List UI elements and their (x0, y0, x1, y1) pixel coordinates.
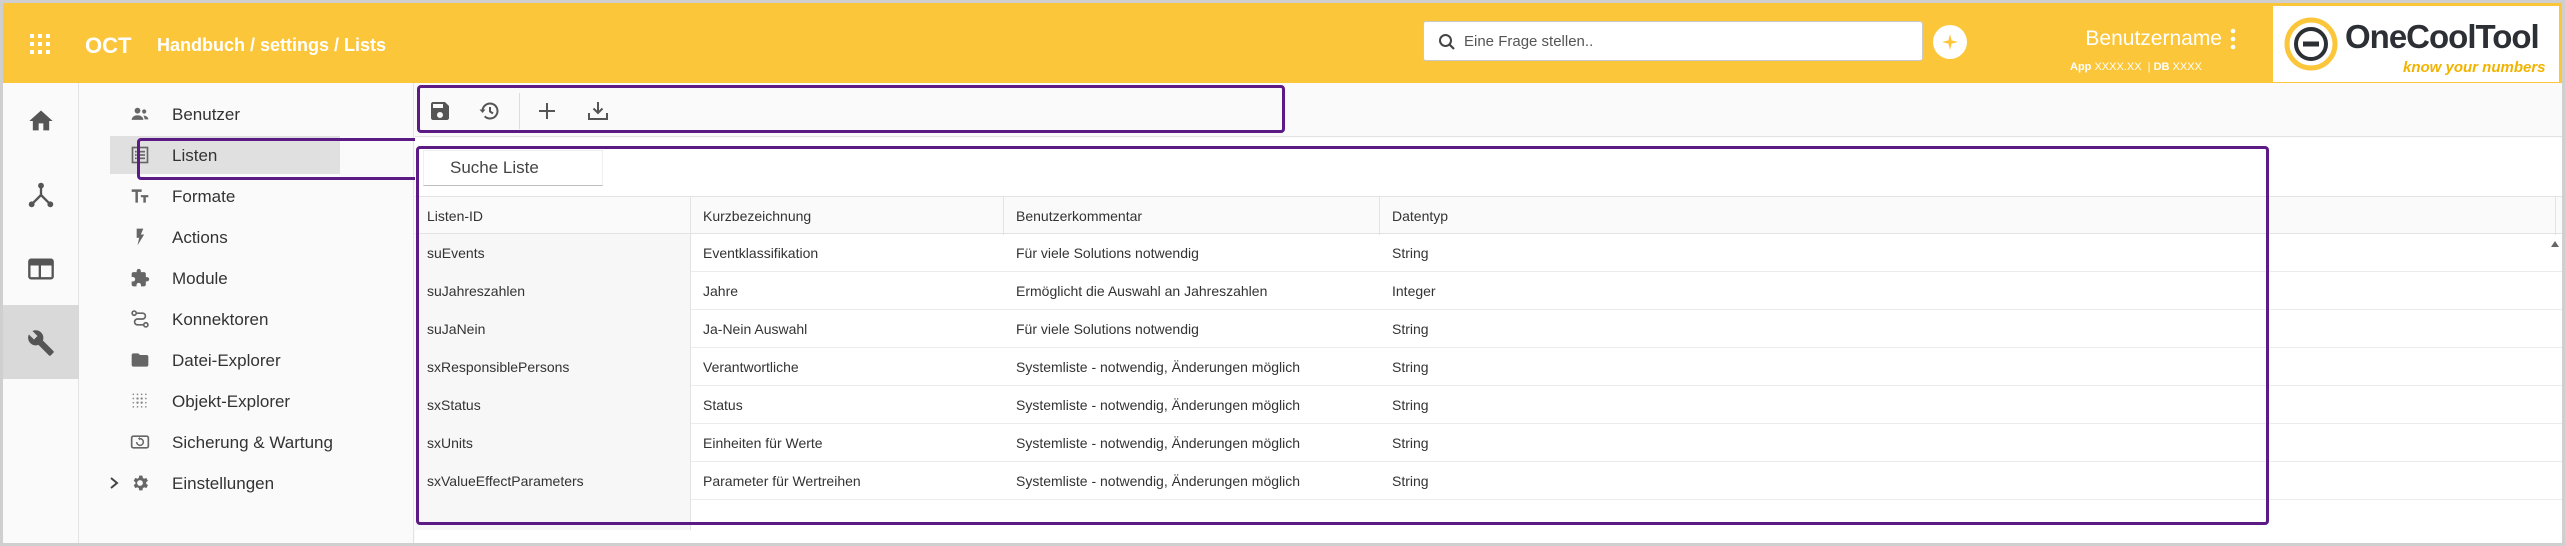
lists-content: Listen-ID Kurzbezeichnung Benutzerkommen… (415, 138, 2562, 543)
logo-tagline: know your numbers (2403, 59, 2546, 76)
ai-sparkle-button[interactable] (1933, 25, 1967, 59)
sidebar-item-label: Einstellungen (172, 474, 275, 493)
users-icon (131, 107, 149, 120)
sidebar-item-label: Konnektoren (172, 310, 269, 329)
highlight-toolbar (417, 85, 1285, 133)
highlight-content (416, 146, 2269, 525)
logo-mark-icon (2284, 17, 2338, 71)
search-icon (1439, 34, 1455, 50)
db-version: XXXX (2172, 61, 2202, 73)
sidebar-item-objekt-explorer[interactable]: Objekt-Explorer (110, 382, 340, 420)
sidebar-item-sicherung-wartung[interactable]: Sicherung & Wartung (110, 423, 340, 461)
breadcrumb[interactable]: Handbuch / settings / Lists (157, 35, 386, 56)
highlight-listen (137, 138, 427, 180)
sidebar-item-label: Sicherung & Wartung (172, 433, 333, 452)
logo-text: OneCoolTool (2345, 18, 2540, 55)
rail-item-settings-tools[interactable] (3, 305, 79, 379)
sidebar-item-formate[interactable]: Formate (110, 177, 340, 215)
app-window: OCT Handbuch / settings / Lists Benutzer… (3, 3, 2562, 543)
sidebar-item-actions[interactable]: Actions (110, 218, 340, 256)
app-name[interactable]: OCT (85, 33, 131, 59)
bolt-icon (136, 228, 145, 246)
question-search-input[interactable] (1464, 22, 1914, 60)
sidebar-item-benutzer[interactable]: Benutzer (110, 95, 340, 133)
sidebar-item-label: Benutzer (172, 105, 241, 124)
backup-icon (130, 435, 150, 449)
app-version: XXXX.XX (2094, 61, 2142, 73)
scroll-up-arrow-icon[interactable] (2550, 239, 2560, 249)
chevron-right-icon[interactable] (108, 476, 120, 490)
rail-item-window[interactable] (3, 231, 79, 305)
folder-icon (131, 353, 149, 367)
top-bar: OCT Handbuch / settings / Lists Benutzer… (3, 3, 2562, 83)
question-search-box[interactable] (1423, 21, 1923, 61)
list-toolbar (415, 83, 2562, 137)
network-icon (28, 182, 54, 208)
sidebar-item-label: Actions (172, 228, 228, 247)
sidebar-item-label: Objekt-Explorer (172, 392, 291, 411)
more-vertical-icon[interactable] (2228, 27, 2238, 51)
text-format-icon (131, 189, 149, 203)
icon-rail (3, 83, 79, 543)
app-label: App (2070, 61, 2092, 73)
brand-logo: OneCoolTool know your numbers (2273, 6, 2559, 82)
username[interactable]: Benutzername (2085, 27, 2222, 51)
gear-icon (133, 475, 148, 491)
settings-sidebar: Benutzer Listen Formate Actions Module K… (80, 83, 427, 543)
sidebar-item-einstellungen[interactable]: Einstellungen (110, 464, 340, 502)
sidebar-item-konnektoren[interactable]: Konnektoren (110, 300, 340, 338)
rail-item-home[interactable] (3, 83, 79, 157)
rail-item-network[interactable] (3, 157, 79, 231)
sparkle-icon (1942, 34, 1958, 50)
sidebar-item-datei-explorer[interactable]: Datei-Explorer (110, 341, 340, 379)
dots-grid-icon (132, 393, 147, 408)
sidebar-item-module[interactable]: Module (110, 259, 340, 297)
sidebar-item-label: Module (172, 269, 228, 288)
window-icon (28, 258, 54, 280)
apps-grid-icon[interactable] (29, 33, 51, 55)
sidebar-item-label: Formate (172, 187, 236, 206)
wrench-icon (28, 330, 54, 356)
connector-icon (131, 310, 149, 328)
sidebar-item-label: Datei-Explorer (172, 351, 281, 370)
home-icon (29, 110, 53, 131)
db-label: DB (2153, 61, 2170, 73)
puzzle-icon (131, 268, 150, 287)
version-info: App XXXX.XX | DB XXXX (2070, 61, 2202, 73)
